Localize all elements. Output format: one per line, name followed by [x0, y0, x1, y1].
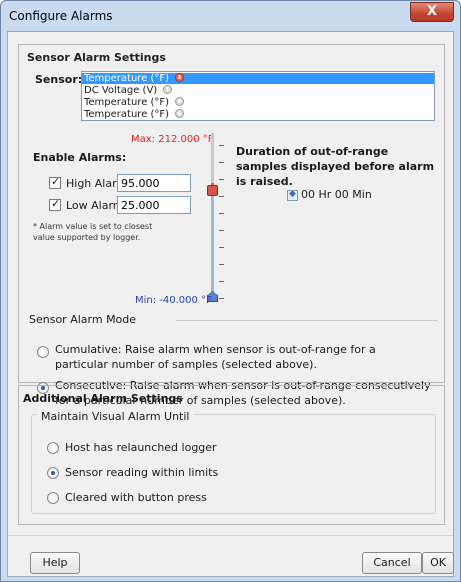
slider-tick — [219, 213, 224, 214]
slider-tick — [219, 230, 224, 231]
low-alarm-label: Low Alarm — [66, 199, 124, 212]
cleared-button-press-label: Cleared with button press — [65, 491, 207, 504]
group-title: Maintain Visual Alarm Until — [37, 410, 194, 423]
slider-tick — [219, 298, 224, 299]
high-alarm-input[interactable] — [117, 174, 191, 192]
sensor-alarm-mode-label: Sensor Alarm Mode — [29, 313, 137, 326]
cancel-button[interactable]: Cancel — [362, 552, 422, 574]
alarm-range-slider[interactable] — [211, 133, 214, 298]
slider-tick — [219, 281, 224, 282]
sensor-item[interactable]: Temperature (°F) — [82, 97, 434, 108]
alarm-bell-icon — [175, 109, 185, 118]
low-alarm-input[interactable] — [117, 196, 191, 214]
enable-alarms-label: Enable Alarms: — [33, 151, 127, 164]
duration-stepper[interactable] — [287, 189, 298, 201]
sensor-within-limits-radio[interactable] — [47, 467, 59, 479]
sensor-item-label: Temperature (°F) — [84, 109, 170, 120]
slider-tick — [219, 264, 224, 265]
duration-description: Duration of out-of-range samples display… — [236, 145, 435, 188]
host-relaunched-label: Host has relaunched logger — [65, 441, 217, 454]
sensor-item-label: DC Voltage (V) — [84, 85, 158, 96]
sensor-list[interactable]: Temperature (°F) DC Voltage (V) Temperat… — [81, 71, 435, 121]
sensor-item-label: Temperature (°F) — [84, 97, 170, 108]
additional-alarm-settings-panel: Additional Alarm Settings Maintain Visua… — [18, 385, 445, 525]
cumulative-radio[interactable] — [37, 346, 49, 358]
configure-alarms-window: Configure Alarms X Sensor Alarm Settings… — [0, 0, 461, 582]
divider — [176, 320, 438, 321]
slider-tick — [219, 145, 224, 146]
low-alarm-checkbox[interactable] — [49, 197, 61, 211]
slider-tick — [219, 247, 224, 248]
sensor-within-limits-label: Sensor reading within limits — [65, 466, 219, 479]
duration-value: 00 Hr 00 Min — [301, 188, 372, 201]
cumulative-label: Cumulative: Raise alarm when sensor is o… — [55, 343, 376, 371]
ok-button[interactable]: OK — [422, 552, 454, 574]
window-title: Configure Alarms — [9, 9, 113, 23]
min-value-label: Min: -40.000 °F — [135, 295, 212, 306]
cleared-button-press-radio[interactable] — [47, 492, 59, 504]
slider-tick — [219, 162, 224, 163]
help-button[interactable]: Help — [30, 552, 80, 574]
close-button[interactable]: X — [410, 2, 454, 22]
sensor-item[interactable]: Temperature (°F) — [82, 73, 434, 84]
sensor-item[interactable]: DC Voltage (V) — [82, 85, 434, 96]
slider-tick — [219, 196, 224, 197]
divider — [8, 535, 453, 536]
sensor-item-label: Temperature (°F) — [84, 73, 170, 84]
panel-title: Sensor Alarm Settings — [27, 51, 166, 64]
sensor-label: Sensor: — [35, 73, 83, 86]
title-bar[interactable]: Configure Alarms X — [1, 1, 460, 31]
alarm-note: * Alarm value is set to closest value su… — [33, 222, 153, 242]
sensor-item[interactable]: Temperature (°F) — [82, 109, 434, 120]
slider-tick — [219, 179, 224, 180]
high-alarm-checkbox[interactable] — [49, 175, 61, 189]
alarm-bell-icon — [175, 97, 185, 106]
alarm-bell-icon — [163, 85, 173, 94]
panel-title: Additional Alarm Settings — [23, 392, 183, 405]
sensor-alarm-settings-panel: Sensor Alarm Settings Sensor: Temperatur… — [18, 44, 445, 407]
alarm-bell-icon — [175, 73, 185, 82]
max-value-label: Max: 212.000 °F — [131, 134, 214, 145]
host-relaunched-radio[interactable] — [47, 442, 59, 454]
dialog-client: Sensor Alarm Settings Sensor: Temperatur… — [7, 31, 454, 577]
high-alarm-handle[interactable] — [207, 185, 218, 196]
